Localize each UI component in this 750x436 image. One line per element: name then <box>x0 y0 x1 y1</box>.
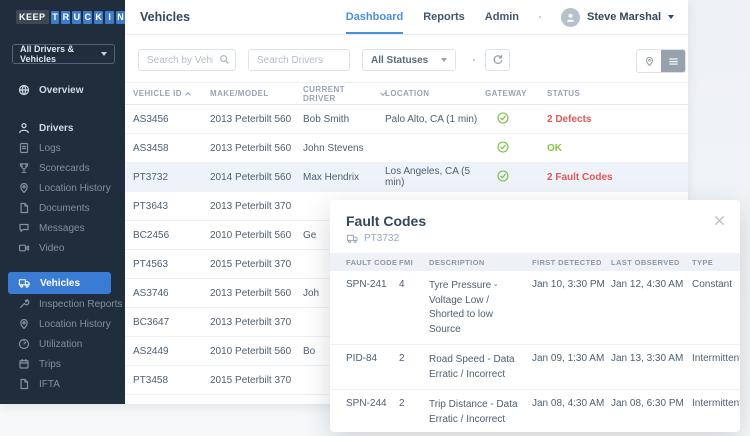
sidebar-item-drivers[interactable]: Drivers <box>0 118 125 138</box>
header-separator-dot <box>539 16 542 18</box>
table-row-selected[interactable]: PT3732 2014 Peterbilt 560 Max Hendrix Lo… <box>125 163 688 192</box>
file-icon <box>20 378 29 390</box>
person-icon <box>19 122 29 134</box>
top-header: Vehicles Dashboard Reports Admin Steve M… <box>125 0 688 35</box>
column-header-current-driver[interactable]: Current Driver <box>303 85 386 103</box>
person-icon <box>567 13 574 22</box>
table-row[interactable]: AS3458 2013 Peterbilt 560 John Stevens O… <box>125 134 688 163</box>
calendar-icon <box>19 358 29 369</box>
fleet-filter-dropdown[interactable]: All Drivers & Vehicles <box>12 44 115 64</box>
refresh-icon <box>493 54 502 65</box>
toolbar-separator-dot <box>473 59 475 61</box>
chevron-down-icon <box>101 52 107 56</box>
map-view-button[interactable] <box>637 50 661 72</box>
chevron-down-icon <box>668 15 674 19</box>
user-name: Steve Marshal <box>587 11 661 23</box>
map-pin-icon <box>645 56 653 66</box>
gauge-icon <box>18 338 30 350</box>
sidebar-item-scorecards[interactable]: Scorecards <box>0 158 125 178</box>
trophy-icon <box>19 163 29 173</box>
avatar <box>561 7 581 27</box>
logo-keep: KEEP <box>16 10 49 24</box>
overview-icon <box>18 84 30 96</box>
sidebar: KEEP T R U C K I N All Drivers & Vehicle… <box>0 0 125 404</box>
page-title: Vehicles <box>140 10 191 24</box>
camera-icon <box>18 244 30 252</box>
sidebar-item-location-history-2[interactable]: Location History <box>0 314 125 334</box>
sidebar-nav: Overview Drivers Logs Scorecards Locatio… <box>0 80 125 394</box>
search-icon <box>220 55 229 64</box>
chevron-down-icon <box>441 58 447 62</box>
table-row[interactable]: AS3456 2013 Peterbilt 560 Bob Smith Palo… <box>125 105 688 134</box>
tab-reports[interactable]: Reports <box>423 0 465 34</box>
user-menu[interactable]: Steve Marshal <box>561 7 674 27</box>
column-header-vehicle-id[interactable]: Vehicle ID <box>133 89 210 98</box>
sidebar-item-messages[interactable]: Messages <box>0 218 125 238</box>
column-header-status[interactable]: Status <box>535 89 688 98</box>
sort-asc-icon <box>185 91 191 98</box>
column-header-make-model[interactable]: Make/Model <box>210 89 303 98</box>
sidebar-item-logs[interactable]: Logs <box>0 138 125 158</box>
fault-table-header: Fault Code FMI Description First Detecte… <box>330 253 740 271</box>
modal-vehicle-id: PT3732 <box>364 233 400 244</box>
sidebar-item-location-history[interactable]: Location History <box>0 178 125 198</box>
modal-title: Fault Codes <box>346 213 427 229</box>
status-badge[interactable]: 2 Defects <box>535 114 688 125</box>
refresh-button[interactable] <box>485 49 510 71</box>
truck-icon <box>18 279 30 288</box>
column-header-location[interactable]: Location <box>385 89 485 98</box>
close-icon <box>715 216 724 225</box>
map-pin-icon <box>20 318 28 330</box>
tab-admin[interactable]: Admin <box>485 0 519 34</box>
fleet-filter-label: All Drivers & Vehicles <box>20 44 75 64</box>
logs-icon <box>19 142 29 154</box>
search-driver-input[interactable] <box>248 49 350 71</box>
status-filter-value: All Statuses <box>371 54 429 66</box>
sidebar-item-ifta[interactable]: IFTA <box>0 374 125 394</box>
map-pin-icon <box>20 182 28 194</box>
sidebar-item-documents[interactable]: Documents <box>0 198 125 218</box>
gateway-connected-icon <box>485 140 535 156</box>
close-button[interactable] <box>713 214 726 227</box>
gateway-connected-icon <box>485 169 535 185</box>
fault-row: SPN-244 2 Trip Distance - Data Erratic /… <box>330 390 740 432</box>
fault-codes-modal: Fault Codes PT3732 Fault Code FMI Descri… <box>330 200 740 432</box>
column-header-gateway[interactable]: Gateway <box>485 89 535 98</box>
status-badge[interactable]: 2 Fault Codes <box>535 172 688 183</box>
wrench-icon <box>19 299 30 309</box>
list-view-button[interactable] <box>661 50 685 72</box>
document-icon <box>20 202 29 214</box>
sidebar-item-video[interactable]: Video <box>0 238 125 258</box>
fault-row: PID-84 2 Road Speed - Data Erratic / Inc… <box>330 345 740 390</box>
fault-row: SPN-241 4 Tyre Pressure - Voltage Low / … <box>330 271 740 345</box>
sidebar-item-overview[interactable]: Overview <box>0 80 125 100</box>
sidebar-item-trips[interactable]: Trips <box>0 354 125 374</box>
keeptruckin-logo: KEEP T R U C K I N <box>16 10 125 24</box>
list-icon <box>668 57 678 65</box>
sidebar-item-utilization[interactable]: Utilization <box>0 334 125 354</box>
view-toggle <box>636 49 686 73</box>
sidebar-item-inspection-reports[interactable]: Inspection Reports <box>0 294 125 314</box>
truck-icon <box>346 234 358 244</box>
filter-toolbar: All Statuses <box>125 35 688 82</box>
status-filter-select[interactable]: All Statuses <box>362 49 456 71</box>
chat-icon <box>19 223 29 233</box>
status-badge[interactable]: OK <box>535 143 688 154</box>
tab-dashboard[interactable]: Dashboard <box>345 0 404 34</box>
vehicles-table-header: Vehicle ID Make/Model Current Driver Loc… <box>125 82 688 105</box>
sidebar-item-vehicles[interactable]: Vehicles <box>8 272 111 294</box>
gateway-connected-icon <box>485 111 535 127</box>
